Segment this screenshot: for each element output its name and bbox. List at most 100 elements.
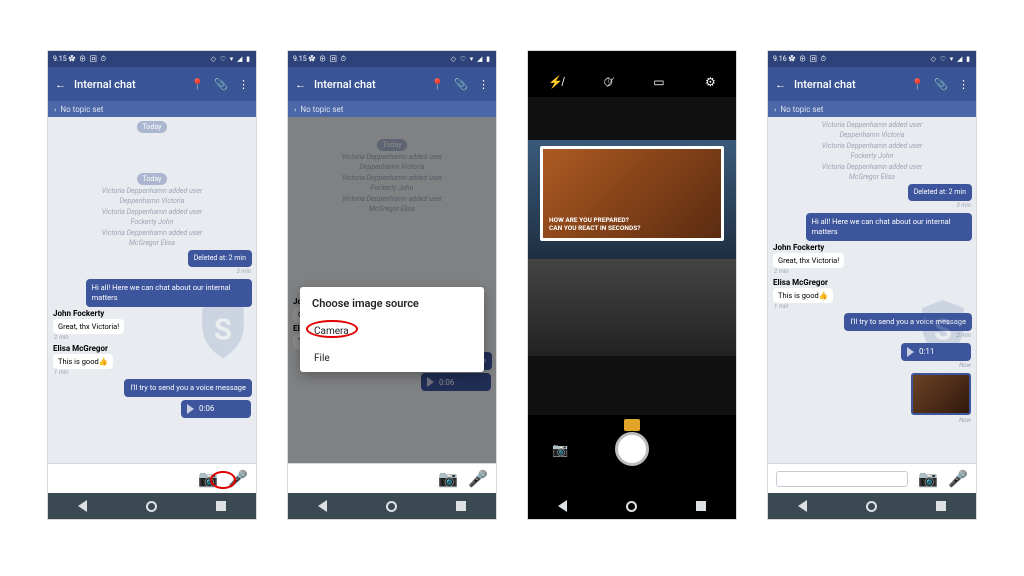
nav-home-icon[interactable] <box>866 501 877 512</box>
watermark-icon: S <box>198 299 248 359</box>
gear-icon[interactable]: ⚙ <box>705 75 716 89</box>
outgoing-message: Hi all! Here we can chat about our inter… <box>806 213 972 241</box>
nav-bar <box>768 493 976 519</box>
switch-camera-icon[interactable]: 📷 <box>552 443 568 458</box>
dialog-item-camera[interactable]: Camera <box>300 318 484 345</box>
system-message: Victoria Deppenhamn added user <box>48 229 256 237</box>
chat-body: S Victoria Deppenhamn added userDeppenha… <box>768 117 976 463</box>
attach-icon[interactable]: 📎 <box>934 78 948 91</box>
nav-bar <box>288 493 496 519</box>
message-input[interactable] <box>776 471 908 487</box>
camera-top-bar: ⚡̸ ⏱̸ ▭ ⚙ <box>528 67 736 97</box>
status-bar <box>528 51 736 67</box>
attach-icon[interactable]: 📎 <box>454 78 468 91</box>
svg-text:S: S <box>934 314 952 348</box>
timestamp: Now <box>768 417 971 424</box>
status-left-icons: ✿ ⊕ 回 ⏱ <box>68 55 107 63</box>
screen-chat-final: 9.16 ✿ ⊕ 回 ⏱ ◇ ♡ ▾ ◢ ▮ ← Internal chat 📍… <box>767 50 977 520</box>
pin-icon[interactable]: 📍 <box>191 78 205 91</box>
topic-label: No topic set <box>60 105 103 114</box>
timestamp: Now <box>768 362 971 369</box>
viewfinder[interactable]: ◓ secapp HOW ARE YOU PREPARED? CAN YOU R… <box>528 97 736 415</box>
composer: 📷 🎤 <box>48 463 256 493</box>
outgoing-message: I'll try to send you a voice message <box>124 379 252 397</box>
nav-home-icon[interactable] <box>146 501 157 512</box>
menu-icon[interactable]: ⋮ <box>958 78 969 91</box>
system-message: Victoria Deppenhamn added user <box>48 187 256 195</box>
status-bar: 9.16 ✿ ⊕ 回 ⏱ ◇ ♡ ▾ ◢ ▮ <box>768 51 976 67</box>
sender-name: Elisa McGregor <box>773 278 971 287</box>
pin-icon[interactable]: 📍 <box>911 78 925 91</box>
dialog-item-file[interactable]: File <box>300 345 484 372</box>
sender-name: John Fockerty <box>773 243 971 252</box>
back-icon[interactable]: ← <box>55 78 66 91</box>
flash-icon[interactable]: ⚡̸ <box>548 75 563 89</box>
nav-back-icon[interactable] <box>798 500 807 512</box>
menu-icon[interactable]: ⋮ <box>238 78 249 91</box>
screen-dialog: 9.15 ✿ ⊕ 回 ⏱ ◇ ♡ ▾ ◢ ▮ ← Internal chat 📍… <box>287 50 497 520</box>
app-bar: ← Internal chat 📍 📎 ⋮ <box>288 67 496 101</box>
nav-recent-icon[interactable] <box>216 501 226 511</box>
screen-chat-initial: 9.15 ✿ ⊕ 回 ⏱ ◇ ♡ ▾ ◢ ▮ ← Internal chat 📍… <box>47 50 257 520</box>
incoming-message: Great, thx Victoria! <box>773 253 844 268</box>
date-chip: Today <box>137 173 168 185</box>
image-message[interactable] <box>911 373 971 415</box>
nav-back-icon[interactable] <box>318 500 327 512</box>
status-bar: 9.15 ✿ ⊕ 回 ⏱ ◇ ♡ ▾ ◢ ▮ <box>48 51 256 67</box>
incoming-message: This is good👍 <box>773 288 833 303</box>
timer-icon[interactable]: ⏱̸ <box>604 75 613 90</box>
system-message: McGregor Elisa <box>48 239 256 247</box>
composer: 📷 🎤 <box>768 463 976 493</box>
headline: HOW ARE YOU PREPARED? <box>549 216 715 224</box>
play-icon[interactable] <box>907 347 914 357</box>
topic-bar: ›No topic set <box>288 101 496 117</box>
mic-icon: 🎤 <box>468 469 488 488</box>
headline: CAN YOU REACT IN SECONDS? <box>549 224 715 232</box>
nav-home-icon[interactable] <box>386 501 397 512</box>
nav-back-icon[interactable] <box>78 500 87 512</box>
nav-recent-icon[interactable] <box>456 501 466 511</box>
timestamp: 1 min <box>54 369 256 376</box>
chevron-right-icon: › <box>54 105 56 114</box>
back-icon[interactable]: ← <box>295 78 306 91</box>
watermark-icon: S <box>918 299 968 359</box>
topic-bar[interactable]: › No topic set <box>48 101 256 117</box>
shutter-button[interactable] <box>615 432 649 466</box>
menu-icon[interactable]: ⋮ <box>478 78 489 91</box>
system-message: Victoria Deppenhamn added user <box>48 208 256 216</box>
nav-recent-icon[interactable] <box>696 501 706 511</box>
aspect-icon[interactable]: ▭ <box>653 75 664 89</box>
audio-message[interactable]: 0:06 <box>181 400 251 418</box>
page-title: Internal chat <box>314 78 423 91</box>
screen-camera: ⚡̸ ⏱̸ ▭ ⚙ ◓ secapp HOW ARE YOU PREPARED?… <box>527 50 737 520</box>
outgoing-message: Deleted at: 2 min <box>188 250 252 267</box>
image-source-dialog: Choose image source Camera File <box>300 287 484 372</box>
system-message: Deppenhamn Victoria <box>48 197 256 205</box>
chat-body: S Today Today Victoria Deppenhamn added … <box>48 117 256 463</box>
svg-text:S: S <box>214 314 232 348</box>
timestamp: 3 min <box>768 202 971 209</box>
incoming-message: Great, thx Victoria! <box>53 319 124 334</box>
nav-recent-icon[interactable] <box>936 501 946 511</box>
mode-indicator[interactable] <box>624 419 640 431</box>
back-icon[interactable]: ← <box>775 78 786 91</box>
nav-home-icon[interactable] <box>626 501 637 512</box>
app-bar: ← Internal chat 📍 📎 ⋮ <box>48 67 256 101</box>
timestamp: 2 min <box>774 268 976 275</box>
camera-icon[interactable]: 📷 <box>198 469 218 488</box>
status-bar: 9.15 ✿ ⊕ 回 ⏱ ◇ ♡ ▾ ◢ ▮ <box>288 51 496 67</box>
play-icon[interactable] <box>187 404 194 414</box>
camera-icon[interactable]: 📷 <box>918 469 938 488</box>
mic-icon[interactable]: 🎤 <box>948 469 968 488</box>
camera-controls: 📷 <box>528 415 736 493</box>
attach-icon[interactable]: 📎 <box>214 78 228 91</box>
composer: 📷 🎤 <box>288 463 496 493</box>
dialog-title: Choose image source <box>300 287 484 318</box>
chat-body: Today Victoria Deppenhamn added userDepp… <box>288 117 496 463</box>
mic-icon[interactable]: 🎤 <box>228 469 248 488</box>
incoming-message: This is good👍 <box>53 354 113 369</box>
timestamp: 3 min <box>48 268 251 275</box>
nav-back-icon[interactable] <box>558 500 567 512</box>
topic-bar[interactable]: ›No topic set <box>768 101 976 117</box>
pin-icon[interactable]: 📍 <box>431 78 445 91</box>
